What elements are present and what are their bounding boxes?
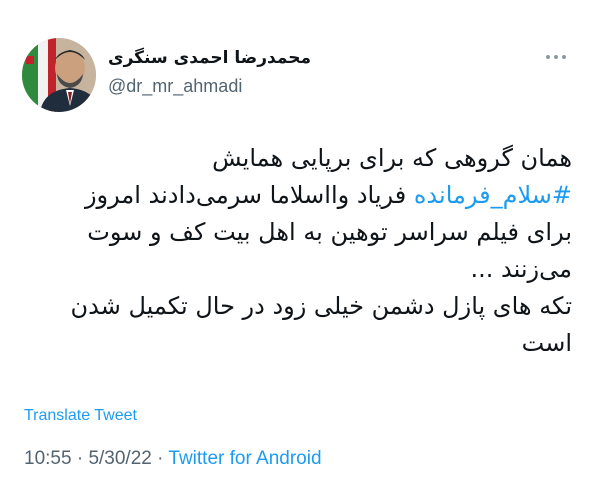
dot (562, 55, 566, 59)
meta-separator: · (71, 448, 89, 469)
tweet-line: تکه های پازل دشمن خیلی زود در حال تکمیل … (70, 292, 573, 320)
tweet-line: #سلام_فرمانده فریاد وااسلاما سرمی‌دادند … (16, 177, 572, 214)
tweet-meta: 10:55 · 5/30/22 · Twitter for Android (24, 448, 322, 470)
tweet-date[interactable]: 5/30/22 (88, 448, 151, 469)
tweet-line: برای فیلم سراسر توهین به اهل بیت کف و سو… (87, 218, 572, 246)
author-display-name[interactable]: محمدرضا احمدی سنگری (108, 48, 311, 68)
hashtag-link[interactable]: #سلام_فرمانده (414, 181, 572, 209)
dot (554, 55, 558, 59)
tweet-card: محمدرضا احمدی سنگری @dr_mr_ahmadi همان گ… (0, 0, 597, 482)
tweet-header: محمدرضا احمدی سنگری @dr_mr_ahmadi (22, 38, 582, 112)
tweet-time[interactable]: 10:55 (24, 448, 72, 469)
more-horizontal-icon[interactable] (544, 52, 568, 62)
tweet-line: است (521, 329, 572, 357)
avatar-photo (22, 38, 96, 112)
meta-separator: · (151, 448, 169, 469)
tweet-source-link[interactable]: Twitter for Android (168, 448, 321, 469)
tweet-text: همان گروهی که برای برپایی همایش #سلام_فر… (16, 140, 573, 362)
avatar[interactable] (22, 38, 96, 112)
author-handle[interactable]: @dr_mr_ahmadi (108, 76, 242, 97)
tweet-line: همان گروهی که برای برپایی همایش (212, 144, 572, 172)
tweet-line: می‌زنند ... (470, 255, 572, 283)
translate-tweet-link[interactable]: Translate Tweet (24, 407, 137, 425)
dot (546, 55, 550, 59)
tweet-line-text: فریاد وااسلاما سرمی‌دادند امروز (84, 181, 414, 209)
